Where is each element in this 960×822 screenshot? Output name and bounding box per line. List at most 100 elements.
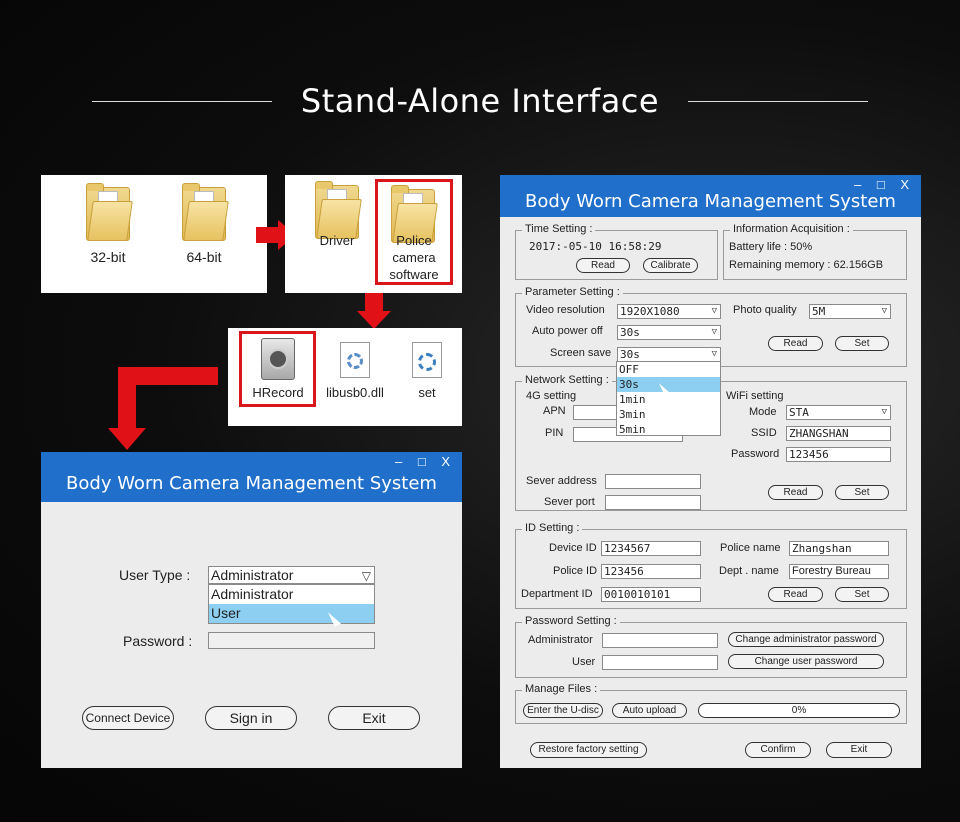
police-name-label: Police name bbox=[720, 542, 781, 554]
device-id-input[interactable]: 1234567 bbox=[601, 541, 701, 556]
chevron-down-icon: ▽ bbox=[361, 569, 371, 583]
battery-life: Battery life : 50% bbox=[729, 241, 813, 253]
police-name-input[interactable]: Zhangshan bbox=[789, 541, 889, 556]
file-label-hrecord: HRecord bbox=[252, 385, 304, 400]
screen-save-select[interactable]: 30s ▽ bbox=[617, 347, 721, 362]
folder-label-driver: Driver bbox=[319, 233, 355, 248]
change-user-password-button[interactable]: Change user password bbox=[728, 654, 884, 669]
id-read-button[interactable]: Read bbox=[768, 587, 823, 602]
network-read-button[interactable]: Read bbox=[768, 485, 823, 500]
chevron-down-icon: ▽ bbox=[711, 327, 717, 337]
main-exit-button[interactable]: Exit bbox=[826, 742, 892, 758]
calibrate-button[interactable]: Calibrate bbox=[643, 258, 698, 273]
window-controls[interactable]: – □ X bbox=[395, 454, 456, 469]
remaining-memory: Remaining memory : 62.156GB bbox=[729, 259, 884, 271]
dropdown-option[interactable]: User bbox=[209, 604, 374, 623]
folder-label-police-software: Police camera software bbox=[389, 233, 439, 282]
dept-name-input[interactable]: Forestry Bureau bbox=[789, 564, 889, 579]
folder-icon[interactable] bbox=[86, 183, 133, 241]
file-label-libusb: libusb0.dll bbox=[326, 385, 384, 400]
dept-name-label: Dept . name bbox=[719, 565, 779, 577]
server-port-input[interactable] bbox=[605, 495, 701, 510]
exit-button[interactable]: Exit bbox=[328, 706, 420, 730]
settings-file-icon[interactable] bbox=[412, 342, 442, 378]
wifi-password-label: Password bbox=[731, 448, 780, 460]
auto-power-label: Auto power off bbox=[532, 325, 603, 337]
chevron-down-icon: ▽ bbox=[881, 306, 887, 316]
login-title: Body Worn Camera Management System bbox=[66, 473, 437, 494]
user-type-value: Administrator bbox=[211, 567, 294, 583]
auto-power-select[interactable]: 30s ▽ bbox=[617, 325, 721, 340]
time-read-button[interactable]: Read bbox=[576, 258, 630, 273]
server-address-input[interactable] bbox=[605, 474, 701, 489]
connect-device-button[interactable]: Connect Device bbox=[82, 706, 174, 730]
dropdown-option[interactable]: 5min bbox=[617, 422, 720, 437]
id-group: ID Setting : Device ID 1234567 Police na… bbox=[515, 522, 907, 609]
auto-upload-button[interactable]: Auto upload bbox=[612, 703, 687, 718]
mode-value: STA bbox=[789, 406, 809, 419]
parameter-group: Parameter Setting : Video resolution 192… bbox=[515, 286, 907, 367]
chevron-down-icon: ▽ bbox=[711, 349, 717, 359]
user-type-label: User Type : bbox=[119, 567, 191, 583]
dll-file-icon[interactable] bbox=[340, 342, 370, 378]
main-titlebar: – □ X Body Worn Camera Management System bbox=[500, 175, 921, 217]
dropdown-option[interactable]: OFF bbox=[617, 362, 720, 377]
id-set-button[interactable]: Set bbox=[835, 587, 889, 602]
param-set-button[interactable]: Set bbox=[835, 336, 889, 351]
password-input[interactable] bbox=[208, 632, 375, 649]
signin-button[interactable]: Sign in bbox=[205, 706, 297, 730]
folder-icon[interactable] bbox=[315, 181, 362, 239]
video-res-select[interactable]: 1920X1080 ▽ bbox=[617, 304, 721, 319]
login-titlebar: – □ X Body Worn Camera Management System bbox=[41, 452, 462, 502]
auto-power-value: 30s bbox=[620, 326, 640, 339]
photo-quality-select[interactable]: 5M ▽ bbox=[809, 304, 891, 319]
video-res-value: 1920X1080 bbox=[620, 305, 680, 318]
restore-factory-button[interactable]: Restore factory setting bbox=[530, 742, 647, 758]
wifi-setting-label: WiFi setting bbox=[726, 390, 784, 402]
file-label-set: set bbox=[418, 385, 436, 400]
network-set-button[interactable]: Set bbox=[835, 485, 889, 500]
server-address-label: Sever address bbox=[526, 475, 597, 487]
folder-label-64bit: 64-bit bbox=[186, 249, 222, 265]
arrow-down-icon bbox=[365, 293, 383, 311]
group-title: Parameter Setting : bbox=[522, 286, 623, 298]
user-type-select[interactable]: Administrator ▽ bbox=[208, 566, 375, 584]
ssid-input[interactable]: ZHANGSHAN bbox=[786, 426, 891, 441]
dropdown-option[interactable]: 3min bbox=[617, 407, 720, 422]
enter-udisc-button[interactable]: Enter the U-disc bbox=[523, 703, 603, 718]
wifi-password-input[interactable]: 123456 bbox=[786, 447, 891, 462]
admin-password-label: Administrator bbox=[528, 634, 593, 646]
user-password-label: User bbox=[572, 656, 596, 668]
video-res-label: Video resolution bbox=[526, 304, 605, 316]
group-title: Information Acquisition : bbox=[730, 223, 853, 235]
main-window: – □ X Body Worn Camera Management System… bbox=[500, 175, 921, 768]
dept-id-input[interactable]: 0010010101 bbox=[601, 587, 701, 602]
chevron-down-icon: ▽ bbox=[881, 407, 887, 417]
screen-save-label: Screen save bbox=[550, 347, 612, 359]
change-admin-password-button[interactable]: Change administrator password bbox=[728, 632, 884, 647]
time-group: Time Setting : 2017:-05-10 16:58:29 Read… bbox=[515, 223, 718, 280]
folder-icon[interactable] bbox=[182, 183, 229, 241]
confirm-button[interactable]: Confirm bbox=[745, 742, 811, 758]
police-id-label: Police ID bbox=[553, 565, 598, 577]
group-title: Time Setting : bbox=[522, 223, 596, 235]
arrow-elbow-stem bbox=[118, 367, 136, 430]
param-read-button[interactable]: Read bbox=[768, 336, 823, 351]
police-id-input[interactable]: 123456 bbox=[601, 564, 701, 579]
pin-label: PIN bbox=[545, 427, 564, 439]
files-group: Manage Files : Enter the U-disc Auto upl… bbox=[515, 683, 907, 724]
user-type-dropdown[interactable]: Administrator User bbox=[208, 584, 375, 624]
admin-password-input[interactable] bbox=[602, 633, 718, 648]
main-title: Body Worn Camera Management System bbox=[525, 191, 896, 212]
password-group: Password Setting : Administrator Change … bbox=[515, 615, 907, 678]
camera-app-icon[interactable] bbox=[261, 338, 295, 380]
screen-save-dropdown[interactable]: OFF 30s 1min 3min 5min bbox=[616, 361, 721, 436]
window-controls[interactable]: – □ X bbox=[854, 177, 915, 192]
device-id-label: Device ID bbox=[549, 542, 597, 554]
dropdown-option[interactable]: Administrator bbox=[209, 585, 374, 604]
screen-save-value: 30s bbox=[620, 348, 640, 361]
mode-select[interactable]: STA ▽ bbox=[786, 405, 891, 420]
progress-bar: 0% bbox=[698, 703, 900, 718]
user-password-input[interactable] bbox=[602, 655, 718, 670]
group-title: ID Setting : bbox=[522, 522, 583, 534]
